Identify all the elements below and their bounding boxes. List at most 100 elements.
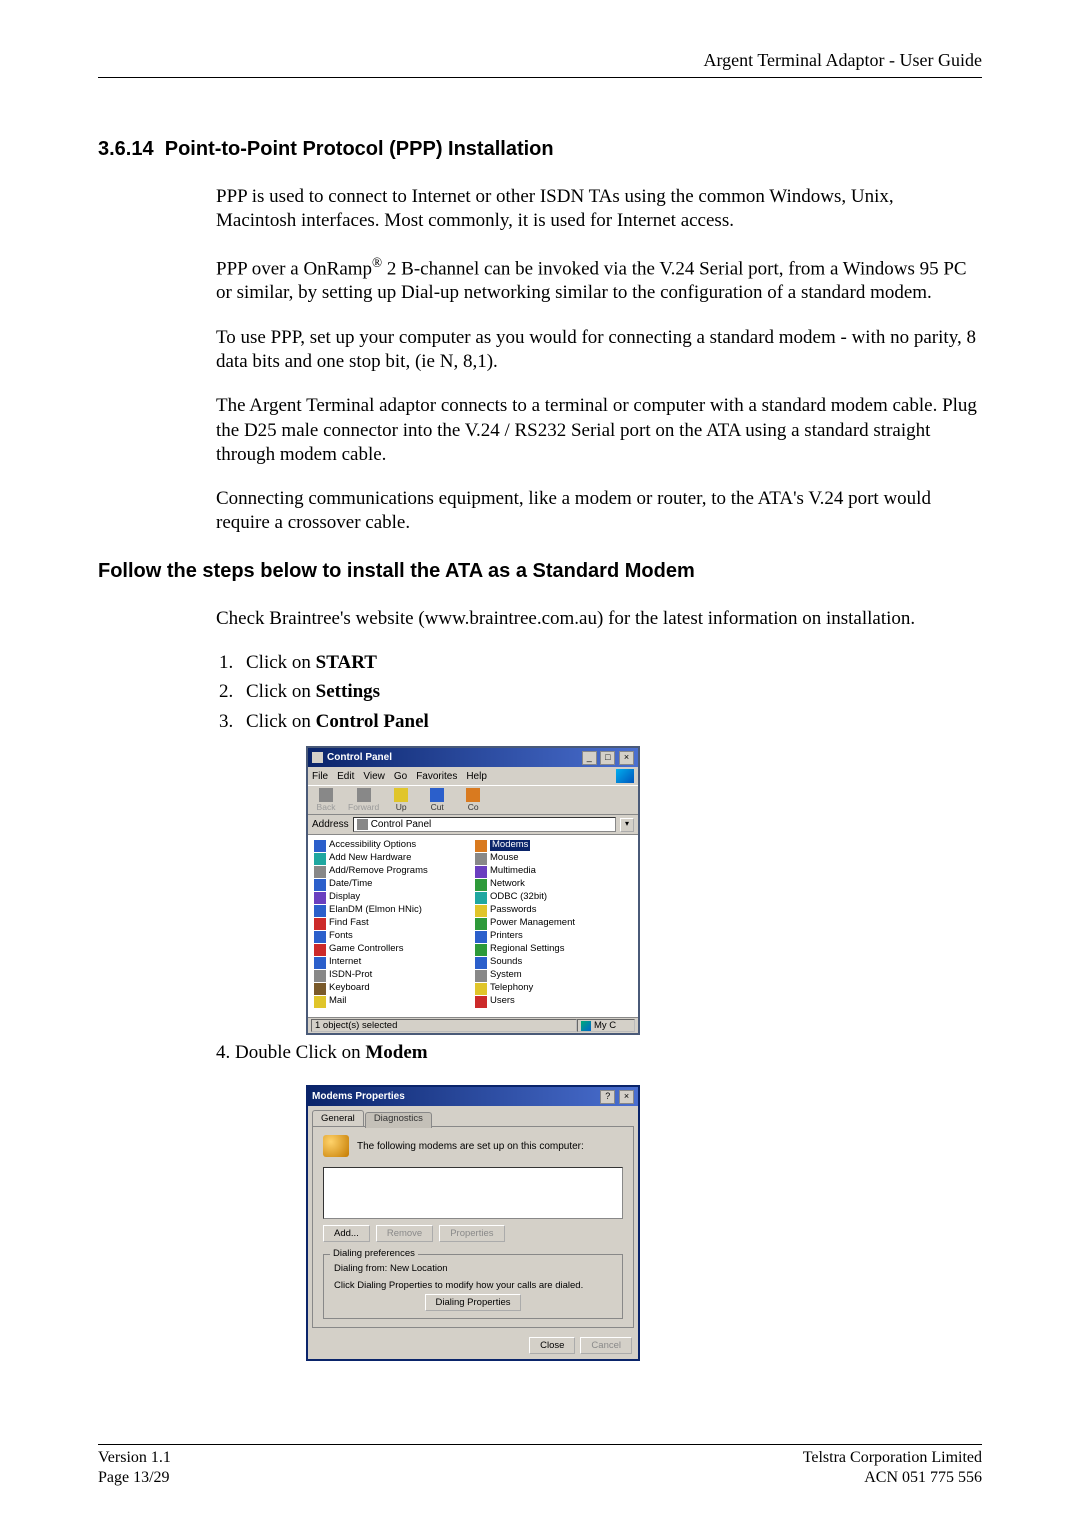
cp-item-icon [475, 931, 487, 943]
group-title: Dialing preferences [330, 1248, 418, 1259]
dialing-from-text: Dialing from: New Location [334, 1263, 612, 1274]
cp-item[interactable]: Sounds [475, 956, 632, 969]
ie-logo-icon [616, 769, 634, 783]
cp-item[interactable]: Users [475, 995, 632, 1008]
menu-go[interactable]: Go [394, 771, 407, 782]
cp-item[interactable]: Printers [475, 930, 632, 943]
cp-item[interactable]: Telephony [475, 982, 632, 995]
cp-item[interactable]: Game Controllers [314, 943, 471, 956]
cp-item[interactable]: Mail [314, 995, 471, 1008]
menu-file[interactable]: File [312, 771, 328, 782]
address-dropdown-button[interactable]: ▾ [620, 818, 634, 832]
cp-item[interactable]: ISDN-Prot [314, 969, 471, 982]
cp-item[interactable]: Power Management [475, 917, 632, 930]
forward-button[interactable]: Forward [348, 788, 379, 812]
cp-item[interactable]: Keyboard [314, 982, 471, 995]
copy-icon [466, 788, 480, 802]
cp-item-label: Power Management [490, 918, 575, 928]
cp-item-icon [314, 983, 326, 995]
cp-item-icon [475, 970, 487, 982]
cp-item-icon [475, 983, 487, 995]
cp-item-icon [475, 879, 487, 891]
menu-favorites[interactable]: Favorites [416, 771, 457, 782]
cp-item[interactable]: Display [314, 891, 471, 904]
address-value: Control Panel [371, 819, 432, 830]
cp-item[interactable]: ElanDM (Elmon HNic) [314, 904, 471, 917]
cp-item-label: Internet [329, 957, 361, 967]
cp-item-label: Regional Settings [490, 944, 564, 954]
footer-acn: ACN 051 775 556 [803, 1468, 982, 1488]
cp-item[interactable]: Multimedia [475, 865, 632, 878]
cp-item-label: ODBC (32bit) [490, 892, 547, 902]
cp-item[interactable]: Modems [475, 839, 632, 852]
add-button[interactable]: Add... [323, 1225, 370, 1242]
cp-item[interactable]: Passwords [475, 904, 632, 917]
close-button[interactable]: × [619, 751, 634, 765]
cp-item-icon [475, 866, 487, 878]
address-field[interactable]: Control Panel [353, 817, 616, 832]
toolbar: Back Forward Up Cut Co [308, 785, 638, 815]
cut-button[interactable]: Cut [423, 788, 451, 812]
cp-item[interactable]: Date/Time [314, 878, 471, 891]
cp-item[interactable]: Add New Hardware [314, 852, 471, 865]
menu-help[interactable]: Help [466, 771, 487, 782]
cp-item[interactable]: Internet [314, 956, 471, 969]
cp-item-label: Mail [329, 996, 346, 1006]
cp-item[interactable]: ODBC (32bit) [475, 891, 632, 904]
close-button[interactable]: × [619, 1090, 634, 1104]
cp-item-label: Find Fast [329, 918, 369, 928]
copy-button-partial[interactable]: Co [459, 788, 487, 812]
steps-list: Click on START Click on Settings Click o… [216, 651, 978, 734]
cp-item-icon [314, 996, 326, 1008]
cp-item[interactable]: Add/Remove Programs [314, 865, 471, 878]
cp-item-label: Passwords [490, 905, 536, 915]
minimize-button[interactable]: _ [582, 751, 597, 765]
step-1: Click on START [238, 651, 978, 675]
up-button[interactable]: Up [387, 788, 415, 812]
cp-item-label: Telephony [490, 983, 533, 993]
menu-edit[interactable]: Edit [337, 771, 354, 782]
footer-page: Page 13/29 [98, 1468, 171, 1488]
mp-intro-text: The following modems are set up on this … [357, 1141, 584, 1152]
cp-item-icon [475, 905, 487, 917]
cp-item-icon [475, 918, 487, 930]
folder-icon [357, 819, 368, 830]
properties-button[interactable]: Properties [439, 1225, 504, 1242]
cp-item[interactable]: Fonts [314, 930, 471, 943]
back-button[interactable]: Back [312, 788, 340, 812]
dialing-properties-button[interactable]: Dialing Properties [425, 1294, 522, 1311]
forward-arrow-icon [357, 788, 371, 802]
sub-intro: Check Braintree's website (www.braintree… [216, 607, 978, 631]
cp-item[interactable]: Find Fast [314, 917, 471, 930]
back-arrow-icon [319, 788, 333, 802]
modem-list[interactable] [323, 1167, 623, 1219]
cp-item-label: Mouse [490, 853, 519, 863]
cp-item-label: Sounds [490, 957, 522, 967]
cp-item[interactable]: Network [475, 878, 632, 891]
cp-item-icon [314, 905, 326, 917]
cp-item[interactable]: Accessibility Options [314, 839, 471, 852]
maximize-button[interactable]: □ [600, 751, 615, 765]
help-button[interactable]: ? [600, 1090, 615, 1104]
cp-item-label: Keyboard [329, 983, 370, 993]
cancel-dialog-button[interactable]: Cancel [580, 1337, 632, 1354]
up-folder-icon [394, 788, 408, 802]
mp-window-title: Modems Properties [312, 1091, 599, 1102]
window-buttons: _ □ × [581, 751, 634, 765]
status-right: My C [577, 1019, 635, 1032]
tab-general[interactable]: General [312, 1110, 364, 1126]
sup-reg: ® [372, 255, 382, 270]
dialing-preferences-group: Dialing preferences Dialing from: New Lo… [323, 1254, 623, 1319]
cp-item[interactable]: System [475, 969, 632, 982]
cp-item-label: ElanDM (Elmon HNic) [329, 905, 422, 915]
cp-item-icon [314, 918, 326, 930]
cp-item[interactable]: Mouse [475, 852, 632, 865]
cp-item-label: Display [329, 892, 360, 902]
mycomputer-icon [581, 1021, 591, 1031]
cp-item[interactable]: Regional Settings [475, 943, 632, 956]
menu-view[interactable]: View [363, 771, 385, 782]
figure-modems-properties: Modems Properties ? × General Diagnostic… [216, 1085, 982, 1361]
close-dialog-button[interactable]: Close [529, 1337, 575, 1354]
tab-diagnostics[interactable]: Diagnostics [365, 1112, 432, 1128]
remove-button[interactable]: Remove [376, 1225, 433, 1242]
